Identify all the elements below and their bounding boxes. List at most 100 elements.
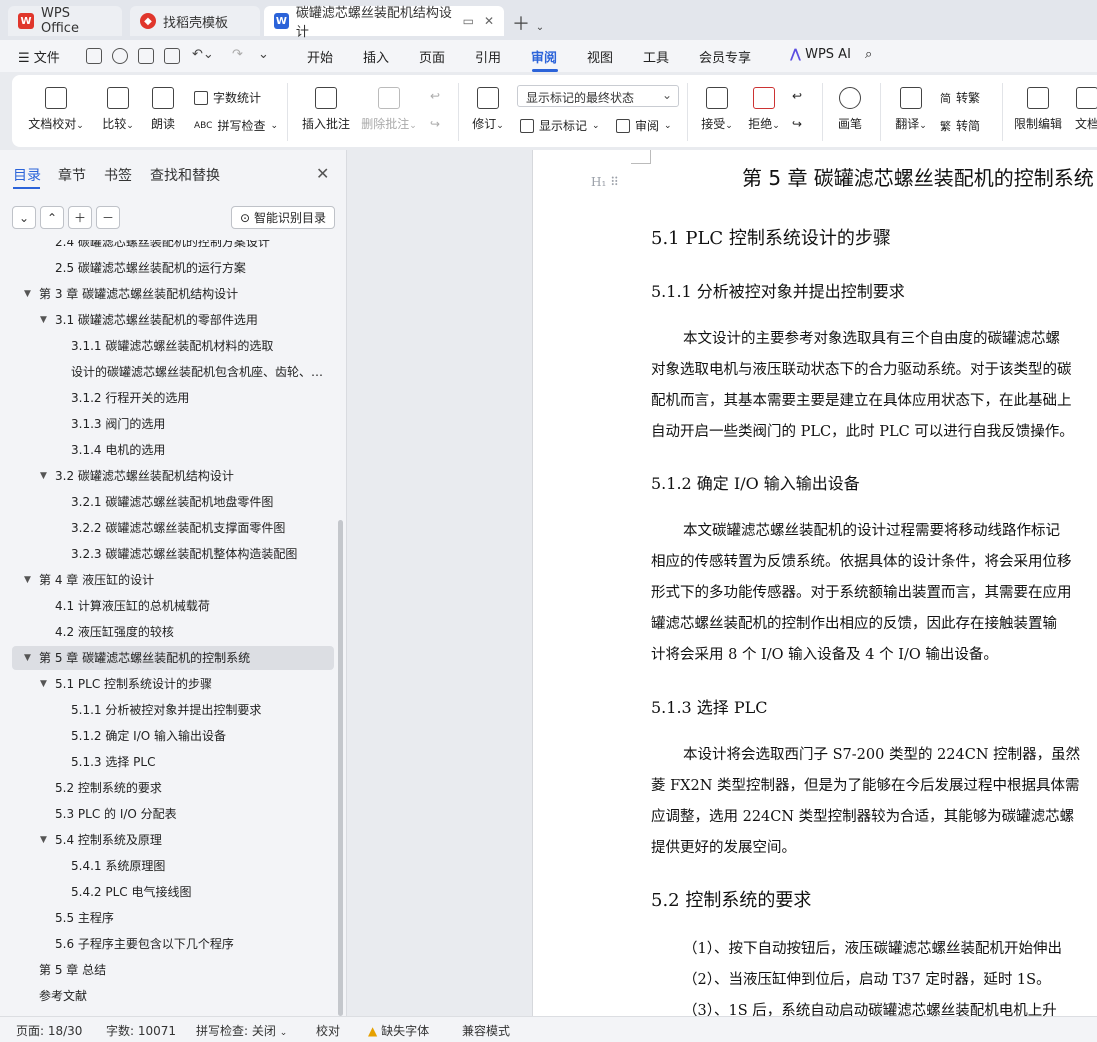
prev-change-icon[interactable]: ↩	[792, 89, 802, 103]
menu-review[interactable]: 审阅	[531, 47, 557, 66]
expand-arrow-icon[interactable]: ▼	[40, 828, 47, 852]
document-page[interactable]: H₁ ⠿ 第 5 章 碳罐滤芯螺丝装配机的控制系统 5.1 PLC 控制系统设计…	[532, 150, 1097, 1016]
reject-button[interactable]: 拒绝⌄	[744, 87, 784, 132]
toc-item[interactable]: 2.5 碳罐滤芯螺丝装配机的运行方案	[0, 256, 338, 280]
add-heading-button[interactable]: ＋	[68, 206, 92, 229]
toc-item[interactable]: 设计的碳罐滤芯螺丝装配机包含机座、齿轮、…	[0, 360, 338, 384]
expand-arrow-icon[interactable]: ▼	[40, 672, 47, 696]
tab-template[interactable]: ◆ 找稻壳模板	[130, 6, 260, 36]
redo-icon[interactable]: ↷	[232, 47, 243, 62]
collapse-up-button[interactable]: ⌃	[40, 206, 64, 229]
spell-check-status[interactable]: 拼写检查: 关闭 ⌄	[196, 1022, 287, 1039]
toc-item[interactable]: 参考文献	[0, 984, 338, 1008]
revise-button[interactable]: 修订⌄	[468, 87, 508, 132]
toc-item[interactable]: 3.2.2 碳罐滤芯螺丝装配机支撑面零件图	[0, 516, 338, 540]
print-preview-icon[interactable]	[164, 48, 180, 64]
expand-arrow-icon[interactable]: ▼	[24, 646, 31, 670]
toc-item[interactable]: 5.1.1 分析被控对象并提出控制要求	[0, 698, 338, 722]
toc-item[interactable]: 5.5 主程序	[0, 906, 338, 930]
tab-document[interactable]: W 碳罐滤芯螺丝装配机结构设计 ▭ ✕	[264, 6, 504, 40]
toc-scrollbar[interactable]	[338, 520, 343, 1016]
missing-font-status[interactable]: ▲ 缺失字体	[368, 1022, 429, 1039]
toc-item[interactable]: 5.4.2 PLC 电气接线图	[0, 880, 338, 904]
smart-toc-button[interactable]: ⊙ 智能识别目录	[231, 206, 335, 229]
toc-item[interactable]: 4.2 液压缸强度的较核	[0, 620, 338, 644]
toc-item[interactable]: 5.3 PLC 的 I/O 分配表	[0, 802, 338, 826]
read-aloud-button[interactable]: 朗读	[148, 87, 178, 132]
menu-start[interactable]: 开始	[307, 47, 333, 66]
show-markup-button[interactable]: 显示标记 ⌄	[520, 117, 600, 134]
tab-toc[interactable]: 目录	[13, 165, 41, 185]
next-change-icon[interactable]: ↪	[792, 117, 802, 131]
share-icon[interactable]	[112, 48, 128, 64]
doc-more-button[interactable]: 文档	[1072, 87, 1097, 132]
search-icon[interactable]: ⌕	[865, 47, 872, 62]
toc-item[interactable]: 3.1.1 碳罐滤芯螺丝装配机材料的选取	[0, 334, 338, 358]
remove-heading-button[interactable]: －	[96, 206, 120, 229]
toc-item[interactable]: ▼ 第 3 章 碳罐滤芯螺丝装配机结构设计	[0, 282, 338, 306]
toc-item[interactable]: ▼ 5.4 控制系统及原理	[0, 828, 338, 852]
expand-arrow-icon[interactable]: ▼	[24, 282, 31, 306]
heading-level-marker[interactable]: H₁ ⠿	[591, 175, 619, 189]
undo-icon[interactable]: ↶⌄	[192, 47, 214, 62]
toc-item[interactable]: 5.4.1 系统原理图	[0, 854, 338, 878]
menu-page[interactable]: 页面	[419, 47, 445, 66]
menu-tools[interactable]: 工具	[643, 47, 669, 66]
word-count-button[interactable]: 字数统计	[194, 89, 261, 106]
to-traditional-button[interactable]: 简转繁	[940, 89, 980, 106]
to-simplified-button[interactable]: 繁转简	[940, 117, 980, 134]
toc-item[interactable]: 5.1.2 确定 I/O 输入输出设备	[0, 724, 338, 748]
toc-item[interactable]: 3.2.3 碳罐滤芯螺丝装配机整体构造装配图	[0, 542, 338, 566]
menu-member[interactable]: 会员专享	[699, 47, 751, 66]
more-chevron-icon[interactable]: ⌄	[258, 47, 269, 62]
tab-wps-office[interactable]: W WPS Office	[8, 6, 122, 36]
expand-down-button[interactable]: ⌄	[12, 206, 36, 229]
close-tab-icon[interactable]: ✕	[484, 14, 494, 28]
page-indicator[interactable]: 页面: 18/30	[16, 1022, 82, 1039]
spell-check-button[interactable]: ABC 拼写检查 ⌄	[194, 117, 278, 134]
toc-item[interactable]: 2.4 碳罐滤芯螺丝装配机的控制方案设计	[0, 240, 338, 254]
menu-reference[interactable]: 引用	[475, 47, 501, 66]
next-comment-icon[interactable]: ↪	[430, 117, 440, 131]
toc-item[interactable]: 4.1 计算液压缸的总机械载荷	[0, 594, 338, 618]
pen-button[interactable]: 画笔	[834, 87, 866, 132]
expand-arrow-icon[interactable]: ▼	[40, 464, 47, 488]
toc-item[interactable]: ▼ 第 5 章 碳罐滤芯螺丝装配机的控制系统	[12, 646, 334, 670]
file-menu[interactable]: ☰ 文件	[18, 47, 60, 66]
markup-state-select[interactable]: 显示标记的最终状态 ⌄	[517, 85, 679, 107]
toc-item[interactable]: 5.6 子程序主要包含以下几个程序	[0, 932, 338, 956]
toc-item[interactable]: ▼ 5.1 PLC 控制系统设计的步骤	[0, 672, 338, 696]
proofread-status[interactable]: 校对	[316, 1022, 340, 1039]
menu-view[interactable]: 视图	[587, 47, 613, 66]
wps-ai-button[interactable]: ⋀ WPS AI	[790, 47, 851, 62]
monitor-icon[interactable]: ▭	[463, 14, 474, 28]
prev-comment-icon[interactable]: ↩	[430, 89, 440, 103]
toc-item[interactable]: ▼ 第 4 章 液压缸的设计	[0, 568, 338, 592]
close-pane-icon[interactable]: ✕	[316, 164, 329, 183]
translate-button[interactable]: 翻译⌄	[892, 87, 930, 132]
insert-comment-button[interactable]: 插入批注	[300, 87, 352, 132]
delete-comment-button[interactable]: 删除批注⌄	[360, 87, 418, 132]
menu-insert[interactable]: 插入	[363, 47, 389, 66]
expand-arrow-icon[interactable]: ▼	[24, 568, 31, 592]
tab-bookmarks[interactable]: 书签	[104, 165, 132, 185]
toc-item[interactable]: 3.1.2 行程开关的选用	[0, 386, 338, 410]
toc-item[interactable]: 3.1.3 阀门的选用	[0, 412, 338, 436]
toc-item[interactable]: 3.2.1 碳罐滤芯螺丝装配机地盘零件图	[0, 490, 338, 514]
word-count-status[interactable]: 字数: 10071	[106, 1022, 176, 1039]
new-tab-icon[interactable]: ＋ ⌄	[512, 10, 544, 36]
tab-chapters[interactable]: 章节	[58, 165, 86, 185]
toc-item[interactable]: 5.1.3 选择 PLC	[0, 750, 338, 774]
toc-item[interactable]: ▼ 3.2 碳罐滤芯螺丝装配机结构设计	[0, 464, 338, 488]
print-icon[interactable]	[138, 48, 154, 64]
toc-item[interactable]: 3.1.4 电机的选用	[0, 438, 338, 462]
toc-item[interactable]: 5.2 控制系统的要求	[0, 776, 338, 800]
toc-item[interactable]: 第 5 章 总结	[0, 958, 338, 982]
restrict-edit-button[interactable]: 限制编辑	[1010, 87, 1066, 132]
toc-item[interactable]: ▼ 3.1 碳罐滤芯螺丝装配机的零部件选用	[0, 308, 338, 332]
save-icon[interactable]	[86, 48, 102, 64]
review-pane-button[interactable]: 审阅 ⌄	[616, 117, 672, 134]
compare-button[interactable]: 比较⌄	[98, 87, 138, 132]
doc-check-button[interactable]: 文档校对⌄	[28, 87, 84, 132]
expand-arrow-icon[interactable]: ▼	[40, 308, 47, 332]
